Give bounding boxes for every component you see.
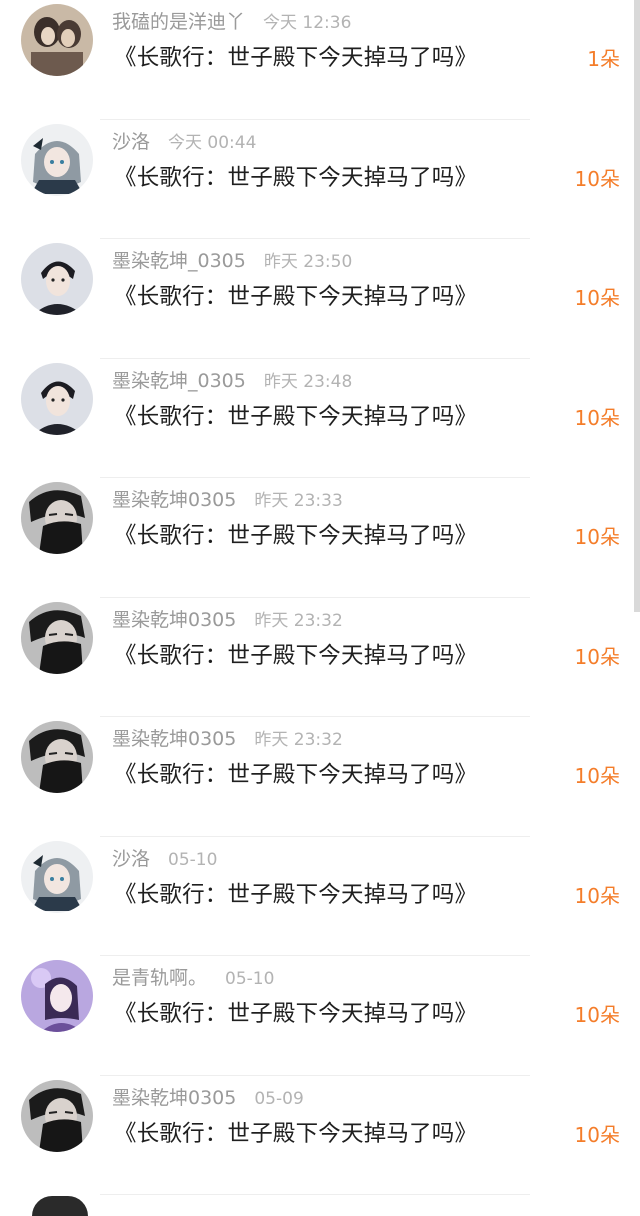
timestamp: 今天 12:36	[263, 13, 352, 33]
gift-book-title[interactable]: 《长歌行：世子殿下今天掉马了吗》	[114, 757, 477, 793]
flower-count: 10朵	[574, 166, 620, 191]
gift-book-title[interactable]: 《长歌行：世子殿下今天掉马了吗》	[114, 996, 477, 1032]
purple-girl-avatar[interactable]	[21, 960, 93, 1032]
username[interactable]: 我磕的是洋迪丫	[112, 11, 245, 33]
anime-girl-avatar[interactable]	[21, 840, 93, 913]
list-item[interactable]: 是青轨啊。 05-10 《长歌行：世子殿下今天掉马了吗》 10朵	[0, 956, 640, 1076]
timestamp: 昨天 23:48	[263, 371, 353, 392]
list-item[interactable]: 墨染乾坤0305 昨天 23:32 《长歌行：世子殿下今天掉马了吗》 10朵	[0, 717, 640, 837]
username[interactable]: 是青轨啊。	[112, 967, 207, 989]
gift-book-title[interactable]: 《长歌行：世子殿下今天掉马了吗》	[114, 638, 477, 674]
row-meta: 墨染乾坤_0305 昨天 23:48	[112, 367, 352, 396]
gift-book-title[interactable]: 《长歌行：世子殿下今天掉马了吗》	[114, 40, 477, 76]
username[interactable]: 沙洛	[112, 848, 150, 870]
timestamp: 05-10	[168, 849, 218, 870]
username[interactable]: 墨染乾坤0305	[112, 489, 236, 511]
row-meta: 墨染乾坤_0305 昨天 23:50	[112, 247, 352, 276]
list-item[interactable]: 墨染乾坤0305 昨天 23:33 《长歌行：世子殿下今天掉马了吗》 10朵	[0, 478, 640, 598]
couple-illustration-avatar[interactable]	[21, 4, 93, 76]
divider	[100, 1194, 530, 1195]
flower-count: 10朵	[574, 764, 620, 788]
masked-man-avatar[interactable]	[21, 601, 93, 674]
flower-count: 10朵	[574, 644, 620, 669]
flower-count: 10朵	[574, 1003, 620, 1027]
list-item[interactable]: 我磕的是洋迪丫 今天 12:36 《长歌行：世子殿下今天掉马了吗》 1朵	[0, 0, 640, 120]
list-item[interactable]: 墨染乾坤_0305 昨天 23:50 《长歌行：世子殿下今天掉马了吗》 10朵	[0, 239, 640, 359]
list-item[interactable]: 墨染乾坤0305 昨天 23:32 《长歌行：世子殿下今天掉马了吗》 10朵	[0, 598, 640, 717]
username[interactable]: 墨染乾坤_0305	[112, 250, 246, 272]
timestamp: 昨天 23:32	[254, 610, 343, 631]
row-meta: 墨染乾坤0305 昨天 23:32	[112, 606, 343, 635]
gift-book-title[interactable]: 《长歌行：世子殿下今天掉马了吗》	[114, 1116, 477, 1152]
timestamp: 昨天 23:32	[254, 730, 343, 750]
username[interactable]: 墨染乾坤0305	[112, 1087, 236, 1109]
row-meta: 沙洛 今天 00:44	[112, 128, 256, 157]
flower-count: 10朵	[574, 525, 620, 549]
flower-count: 10朵	[574, 286, 620, 310]
timestamp: 05-10	[225, 969, 275, 989]
username[interactable]: 沙洛	[112, 131, 150, 153]
gift-book-title[interactable]: 《长歌行：世子殿下今天掉马了吗》	[114, 160, 477, 196]
timestamp: 今天 00:44	[168, 132, 257, 153]
username[interactable]: 墨染乾坤0305	[112, 609, 236, 631]
flower-count: 10朵	[574, 1122, 620, 1147]
scrollbar[interactable]	[634, 0, 640, 612]
gift-book-title[interactable]: 《长歌行：世子殿下今天掉马了吗》	[114, 399, 477, 435]
username[interactable]: 墨染乾坤_0305	[112, 370, 246, 392]
anime-girl-avatar[interactable]	[21, 123, 93, 196]
flower-count: 1朵	[587, 47, 620, 71]
list-item[interactable]: 墨染乾坤_0305 昨天 23:48 《长歌行：世子殿下今天掉马了吗》 10朵	[0, 359, 640, 478]
man-portrait-avatar[interactable]	[21, 362, 93, 435]
gift-record-list: 我磕的是洋迪丫 今天 12:36 《长歌行：世子殿下今天掉马了吗》 1朵 沙洛 今天…	[0, 0, 640, 1195]
partial-avatar	[32, 1196, 88, 1216]
row-meta: 墨染乾坤0305 昨天 23:32	[112, 725, 343, 754]
timestamp: 昨天 23:50	[263, 252, 353, 272]
flower-count: 10朵	[574, 405, 620, 430]
list-item[interactable]: 沙洛 05-10 《长歌行：世子殿下今天掉马了吗》 10朵	[0, 837, 640, 956]
gift-book-title[interactable]: 《长歌行：世子殿下今天掉马了吗》	[114, 518, 477, 554]
row-meta: 沙洛 05-10	[112, 845, 217, 874]
list-item[interactable]: 沙洛 今天 00:44 《长歌行：世子殿下今天掉马了吗》 10朵	[0, 120, 640, 239]
gift-book-title[interactable]: 《长歌行：世子殿下今天掉马了吗》	[114, 877, 477, 913]
username[interactable]: 墨染乾坤0305	[112, 728, 236, 750]
masked-man-avatar[interactable]	[21, 482, 93, 554]
row-meta: 我磕的是洋迪丫 今天 12:36	[112, 8, 351, 37]
masked-man-avatar[interactable]	[21, 1079, 93, 1152]
man-portrait-avatar[interactable]	[21, 243, 93, 315]
flower-count: 10朵	[574, 883, 620, 908]
masked-man-avatar[interactable]	[21, 721, 93, 793]
row-meta: 是青轨啊。 05-10	[112, 964, 274, 993]
gift-book-title[interactable]: 《长歌行：世子殿下今天掉马了吗》	[114, 279, 477, 315]
row-meta: 墨染乾坤0305 昨天 23:33	[112, 486, 343, 515]
timestamp: 昨天 23:33	[254, 491, 343, 511]
list-item[interactable]: 墨染乾坤0305 05-09 《长歌行：世子殿下今天掉马了吗》 10朵	[0, 1076, 640, 1195]
row-meta: 墨染乾坤0305 05-09	[112, 1084, 304, 1113]
timestamp: 05-09	[254, 1088, 304, 1109]
